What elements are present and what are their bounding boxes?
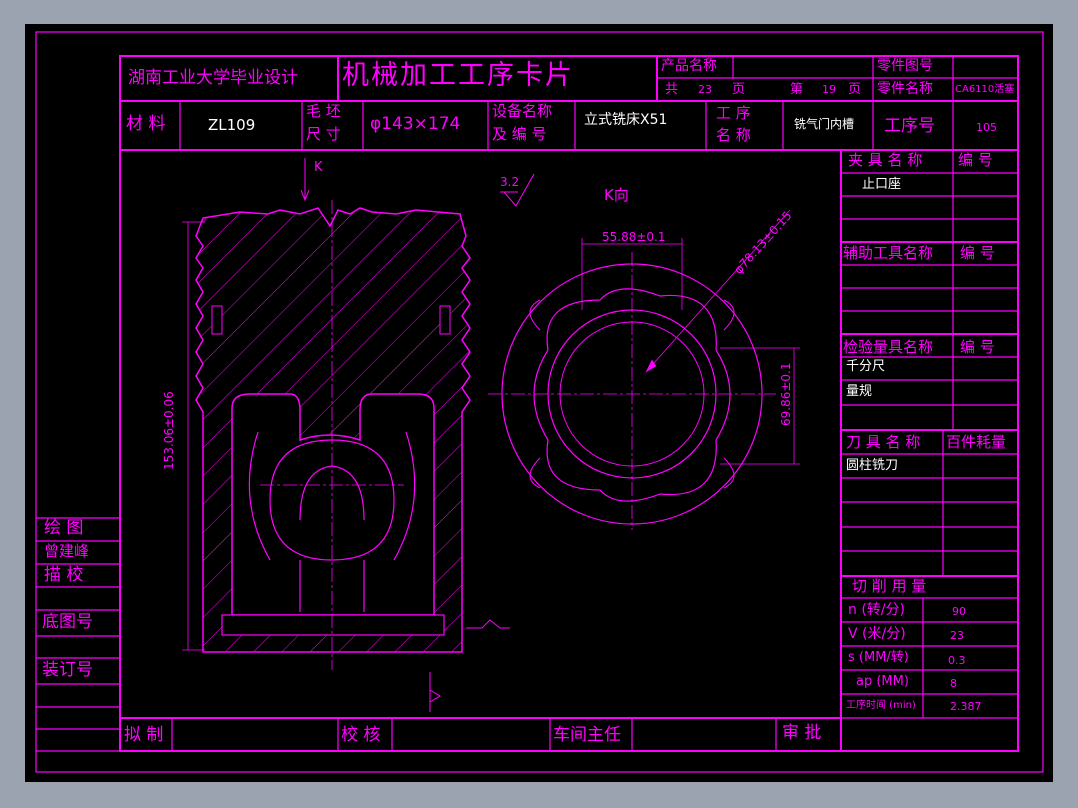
cutting-value-v: 23 [950, 629, 964, 642]
tool-item: 圆柱铣刀 [846, 458, 899, 473]
process-name-label-2: 名 称 [716, 126, 751, 144]
part-name: CA6110活塞 [955, 84, 1015, 95]
product-name-label: 产品名称 [661, 58, 717, 74]
blank-size-label-2: 尺 寸 [306, 125, 341, 143]
card-title: 机械加工工序卡片 [342, 60, 574, 91]
part-name-label: 零件名称 [877, 81, 933, 97]
base-drawing-no-label: 底图号 [42, 612, 93, 632]
gauge-item-1: 千分尺 [846, 359, 886, 374]
height-dimension: 153.06±0.06 [162, 391, 176, 470]
approve-label: 审 批 [782, 723, 822, 743]
fixture-item: 止口座 [862, 177, 902, 192]
equipment-value: 立式铣床X51 [584, 112, 668, 128]
workshop-head-label: 车间主任 [553, 725, 621, 745]
side-width-dimension: 69.86±0.1 [779, 362, 793, 427]
check-label: 校 核 [341, 725, 381, 745]
cutting-value-s: 0.3 [948, 654, 966, 667]
blank-size-label-1: 毛 坯 [306, 102, 341, 120]
top-width-dimension: 55.88±0.1 [602, 230, 666, 244]
process-name-label-1: 工 序 [716, 104, 751, 122]
process-name-value: 铣气门内槽 [794, 117, 855, 131]
process-no-value: 105 [976, 121, 997, 134]
material-label: 材 料 [126, 114, 166, 134]
aux-tool-no-header: 编 号 [960, 244, 995, 262]
fixture-no-header: 编 号 [958, 151, 993, 169]
process-no-label: 工序号 [884, 116, 935, 136]
page-label: 第 [790, 82, 804, 97]
cutting-label-time: 工序时间 (min) [846, 700, 916, 711]
k-view-title: K向 [604, 186, 629, 204]
piston-section-view [182, 158, 510, 712]
school-title: 湖南工业大学毕业设计 [128, 68, 298, 88]
tracing-label: 描 校 [44, 565, 84, 585]
drawing-label: 绘 图 [44, 518, 84, 538]
gauge-no-header: 编 号 [960, 338, 995, 356]
page-unit-2: 页 [848, 82, 862, 97]
page-no: 19 [822, 83, 836, 96]
blank-size-value: φ143×174 [370, 114, 461, 134]
tool-consume-header: 百件耗量 [946, 433, 1007, 451]
drawer-name: 曾建峰 [44, 542, 90, 560]
cutting-label-ap: ap (MM) [856, 674, 909, 689]
view-arrow-label: K [314, 160, 323, 175]
total-label: 共 [665, 82, 679, 97]
cutting-header: 切 削 用 量 [852, 577, 927, 595]
total-pages: 23 [698, 83, 712, 96]
equipment-label-1: 设备名称 [492, 102, 553, 120]
cutting-value-n: 90 [952, 605, 966, 618]
cutting-value-ap: 8 [950, 677, 957, 690]
equipment-label-2: 及 编 号 [492, 125, 547, 143]
cutting-label-s: s (MM/转) [848, 650, 909, 665]
binding-no-label: 装订号 [42, 660, 93, 680]
cutting-label-v: V (米/分) [848, 626, 906, 642]
tool-header: 刀 具 名 称 [846, 433, 921, 451]
draft-label: 拟 制 [124, 725, 164, 745]
material-value: ZL109 [208, 116, 256, 134]
gauge-item-2: 量规 [846, 384, 873, 399]
roughness-value: 3.2 [500, 175, 520, 189]
page-unit-1: 页 [732, 82, 746, 97]
cutting-value-time: 2.387 [950, 700, 982, 713]
fixture-header: 夹 具 名 称 [848, 151, 923, 169]
aux-tool-header: 辅助工具名称 [843, 244, 934, 262]
part-drawing-no-label: 零件图号 [877, 58, 933, 74]
gauge-header: 检验量具名称 [843, 338, 934, 356]
cutting-label-n: n (转/分) [848, 602, 905, 618]
